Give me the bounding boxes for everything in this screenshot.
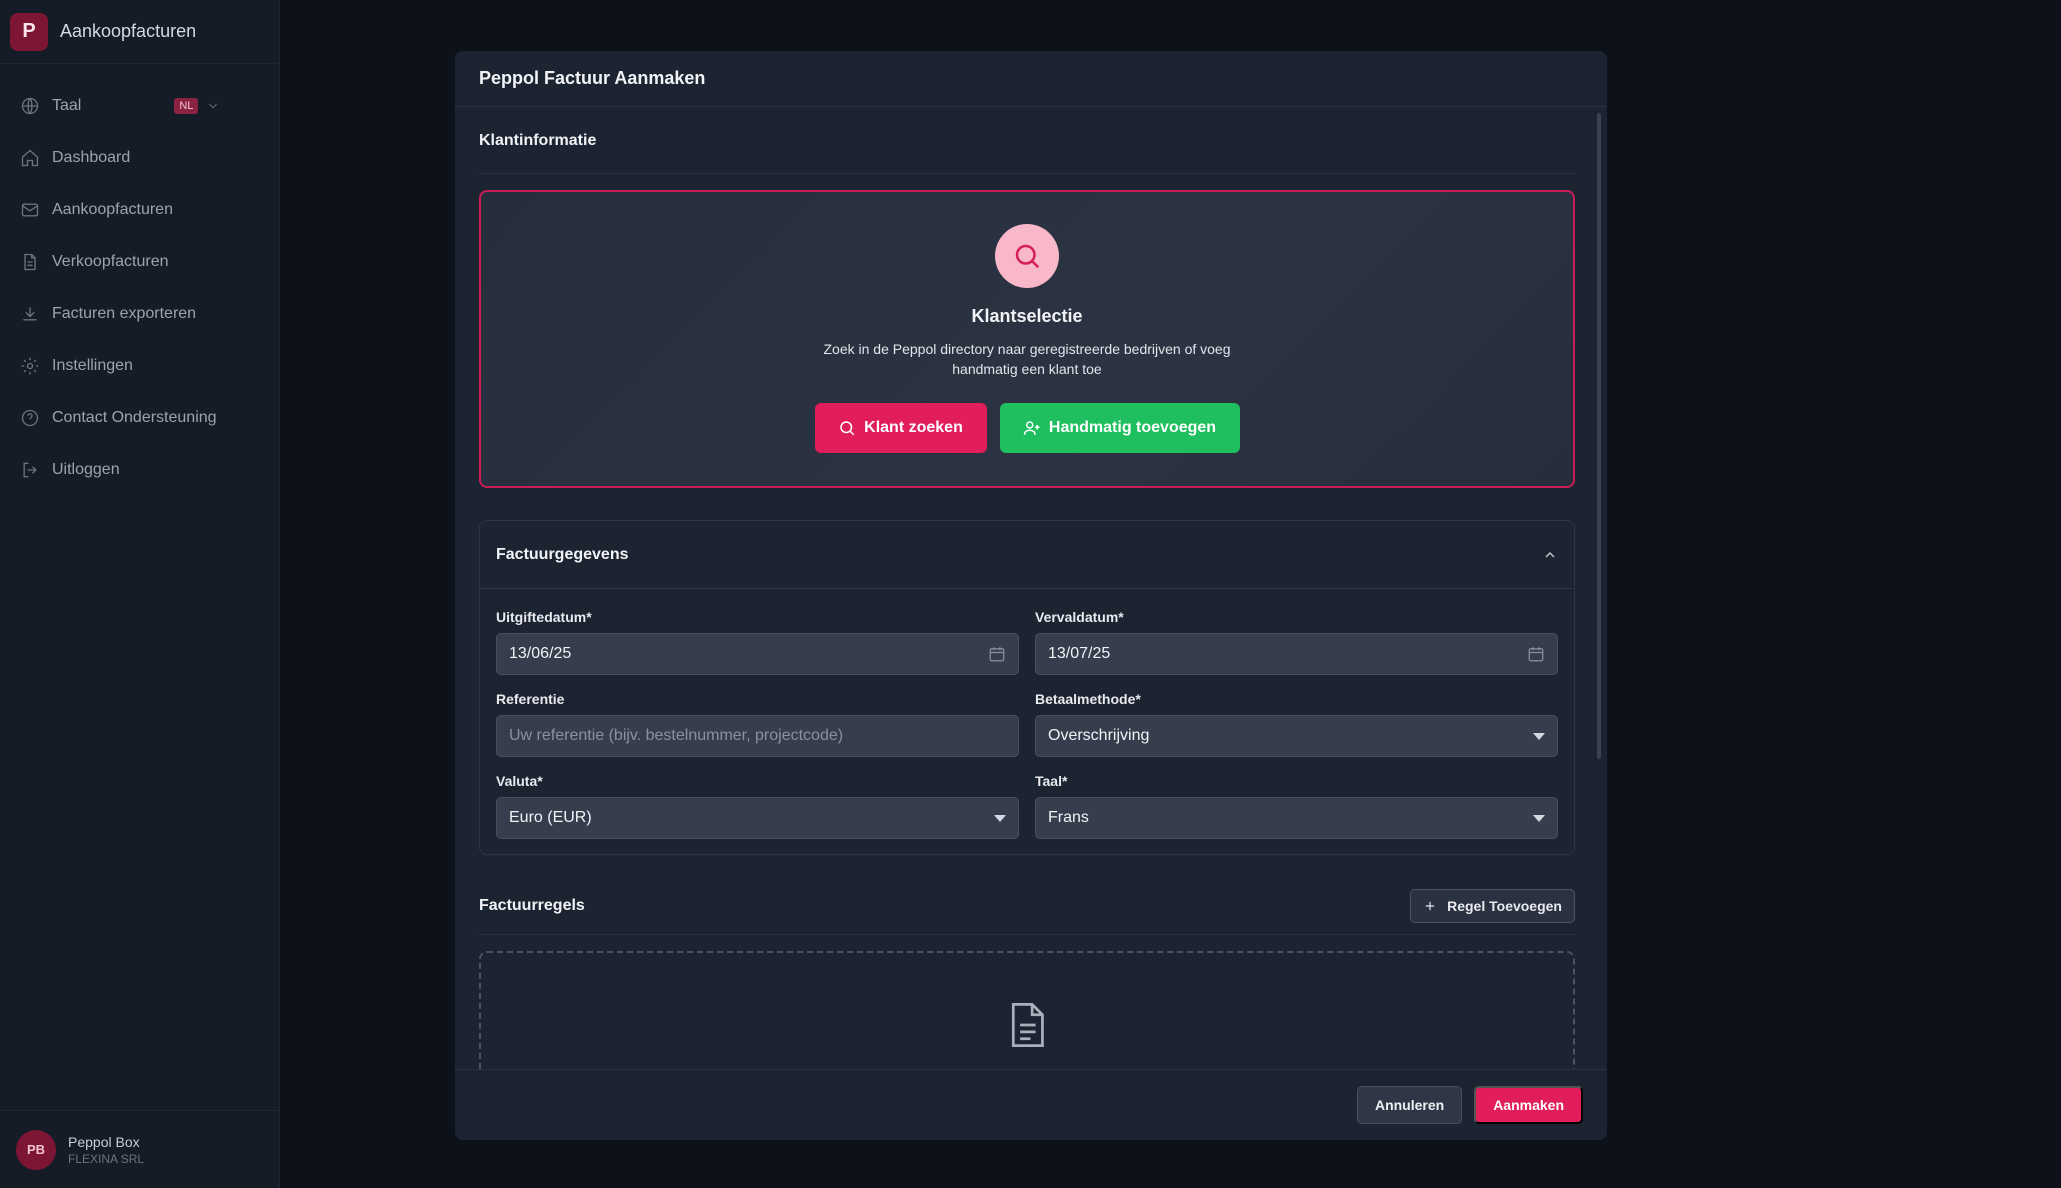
currency-field: Valuta* Euro (EUR) [496,769,1019,851]
search-icon [840,421,855,436]
field-label: Valuta* [496,773,543,789]
field-label: Vervaldatum* [1035,609,1124,625]
reference-input[interactable]: Uw referentie (bijv. bestelnummer, proje… [496,715,1019,757]
field-value: Euro (EUR) [509,809,592,826]
sidebar-item-label: Dashboard [52,149,131,166]
field-value: Overschrijving [1048,727,1150,744]
cancel-button[interactable]: Annuleren [1356,1086,1463,1124]
plus-icon [1426,901,1435,910]
issue-date-input[interactable]: 13/06/25 [496,633,1019,675]
user-plus-icon [1023,421,1040,435]
sidebar-item-contact-ondersteuning[interactable]: Contact Ondersteuning [0,392,279,444]
modal-footer: Annuleren Aanmaken [455,1069,1607,1140]
section-title: Klantinformatie [479,131,597,149]
chevron-down-icon[interactable] [206,99,220,113]
help-circle-icon [21,409,39,427]
avatar: PB [16,1129,56,1170]
sidebar-item-label: Verkoopfacturen [52,253,169,270]
chevron-up-icon[interactable] [1542,547,1558,563]
mail-icon [21,203,39,217]
search-icon [1015,244,1040,269]
due-date-field: Vervaldatum* 13/07/25 [1035,605,1558,687]
button-label: Handmatig toevoegen [1048,419,1217,436]
sidebar-item-aankoopfacturen[interactable]: Aankoopfacturen [0,184,279,236]
document-icon [24,253,36,271]
user-info: Peppol Box FLEXINA SRL [68,1134,144,1166]
search-badge [995,224,1059,288]
invoice-details-header[interactable]: Factuurgegevens [480,521,1574,589]
caret-down-icon [994,814,1006,822]
sidebar-item-label: Aankoopfacturen [52,201,173,218]
sidebar-item-dashboard[interactable]: Dashboard [0,132,279,184]
invoice-form: Uitgiftedatum* 13/06/25 Vervaldatum* 13/… [480,589,1574,851]
add-customer-manually-button[interactable]: Handmatig toevoegen [999,403,1240,453]
brand-header: P Aankoopfacturen [0,0,279,64]
search-customer-button[interactable]: Klant zoeken [814,403,987,453]
create-invoice-modal: Peppol Factuur Aanmaken Klantinformatie … [455,51,1607,1140]
user-name: Peppol Box [68,1133,140,1150]
reference-field: Referentie Uw referentie (bijv. bestelnu… [496,687,1019,769]
customer-selection-title: Klantselectie [971,306,1083,326]
modal-title: Peppol Factuur Aanmaken [455,51,1607,107]
sidebar-item-label: Contact Ondersteuning [52,409,217,426]
sidebar-item-label: Uitloggen [52,461,120,478]
payment-method-select[interactable]: Overschrijving [1035,715,1558,757]
app-logo[interactable]: P [10,12,48,51]
customer-actions: Klant zoeken Handmatig toevoegen [814,403,1240,453]
user-company: FLEXINA SRL [68,1151,145,1166]
caret-down-icon [1533,732,1545,740]
field-placeholder: Uw referentie (bijv. bestelnummer, proje… [509,727,844,744]
calendar-icon[interactable] [988,645,1006,663]
add-line-button[interactable]: Regel Toevoegen [1410,888,1575,923]
sidebar-item-uitloggen[interactable]: Uitloggen [0,444,279,496]
invoice-lines-header: Factuurregels Regel Toevoegen [479,887,1575,935]
language-badge: NL [174,98,199,114]
sidebar-item-facturen-exporteren[interactable]: Facturen exporteren [0,288,279,340]
create-button[interactable]: Aanmaken [1474,1086,1583,1124]
gear-icon [21,357,39,375]
sidebar-item-verkoopfacturen[interactable]: Verkoopfacturen [0,236,279,288]
field-value: Frans [1048,809,1089,826]
field-label: Taal* [1035,773,1068,789]
document-icon [1011,1003,1044,1047]
sidebar-item-label: Taal [52,97,82,114]
field-value: 13/07/25 [1048,645,1111,662]
language-select[interactable]: Frans [1035,797,1558,839]
invoice-details-card: Factuurgegevens Uitgiftedatum* 13/06/25 … [479,520,1575,855]
user-profile[interactable]: PB Peppol Box FLEXINA SRL [0,1110,280,1188]
sidebar-item-label: Facturen exporteren [52,305,197,322]
currency-select[interactable]: Euro (EUR) [496,797,1019,839]
language-field: Taal* Frans [1035,769,1558,851]
payment-method-field: Betaalmethode* Overschrijving [1035,687,1558,769]
sidebar-nav: Taal NL Dashboard Aankoopfacturen Verkoo… [0,64,279,496]
invoice-lines-empty-state [479,951,1575,1070]
issue-date-field: Uitgiftedatum* 13/06/25 [496,605,1019,687]
field-label: Betaalmethode* [1035,691,1141,707]
globe-icon [21,97,39,115]
home-icon [21,149,39,167]
field-value: 13/06/25 [509,645,572,662]
caret-down-icon [1533,814,1545,822]
download-icon [23,307,37,321]
sidebar-item-instellingen[interactable]: Instellingen [0,340,279,392]
sidebar-item-taal[interactable]: Taal NL [0,80,279,132]
section-title: Factuurgegevens [496,545,629,563]
due-date-input[interactable]: 13/07/25 [1035,633,1558,675]
section-title: Factuurregels [479,896,585,914]
customer-selection-card: Klantselectie Zoek in de Peppol director… [479,190,1575,488]
field-label: Referentie [496,691,565,707]
app-title: Aankoopfacturen [60,21,197,41]
calendar-icon[interactable] [1527,645,1545,663]
logout-icon [23,462,37,478]
button-label: Klant zoeken [864,419,963,436]
button-label: Regel Toevoegen [1447,897,1562,914]
field-label: Uitgiftedatum* [496,609,592,625]
sidebar: P Aankoopfacturen Taal NL Dashboard Aank… [0,0,280,1188]
sidebar-item-label: Instellingen [52,357,133,374]
customer-section-header: Klantinformatie [479,108,1575,174]
customer-selection-description: Zoek in de Peppol directory naar geregis… [823,341,1231,377]
modal-body: Klantinformatie Klantselectie Zoek in de… [455,108,1607,1070]
